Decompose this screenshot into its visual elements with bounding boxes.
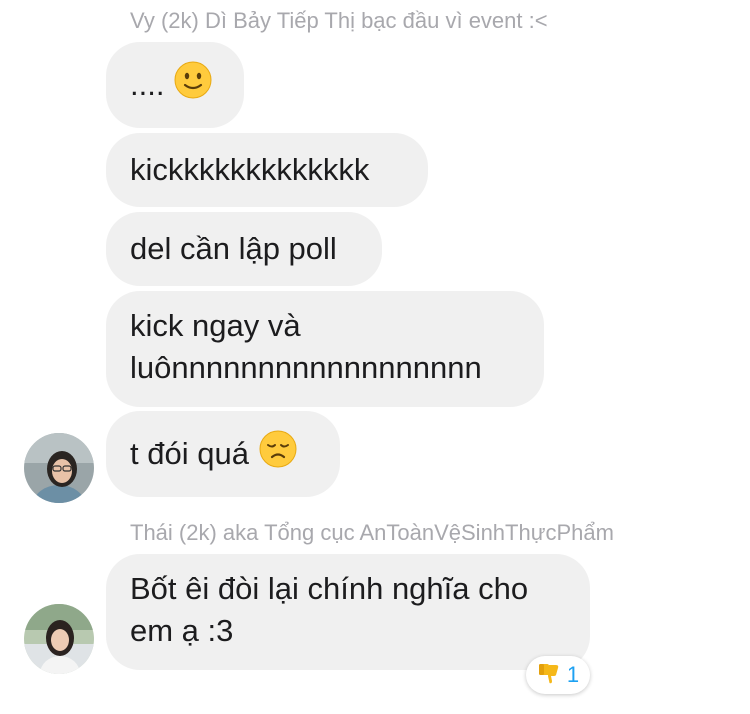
message-text: t đói quá — [130, 436, 249, 471]
avatar[interactable] — [24, 433, 94, 503]
message-bubble[interactable]: Bốt êi đòi lại chính nghĩa cho em ạ :3 — [106, 554, 590, 670]
reaction-badge[interactable]: 1 — [526, 656, 590, 694]
message-text: del cần lập poll — [130, 231, 337, 266]
message-text-line: em ạ :3 — [130, 613, 234, 648]
message-bubble[interactable]: del cần lập poll — [106, 212, 382, 286]
message-text-line: luônnnnnnnnnnnnnnnnnn — [130, 350, 482, 385]
message-text: kickkkkkkkkkkkkk — [130, 152, 370, 187]
message-bubble[interactable]: .... — [106, 42, 244, 128]
sender-name: Thái (2k) aka Tổng cục AnToànVệSinhThựcP… — [130, 520, 614, 545]
message-text: .... — [130, 67, 165, 102]
avatar[interactable] — [24, 604, 94, 674]
message-text-line: Bốt êi đòi lại chính nghĩa cho — [130, 571, 529, 606]
disappointed-face-icon — [259, 430, 297, 479]
reaction-count: 1 — [566, 662, 580, 687]
sender-name: Vy (2k) Dì Bảy Tiếp Thị bạc đầu vì event… — [130, 8, 548, 33]
message-bubble[interactable]: t đói quá — [106, 411, 340, 497]
message-bubble[interactable]: kickkkkkkkkkkkkk — [106, 133, 428, 207]
message-bubble[interactable]: kick ngay và luônnnnnnnnnnnnnnnnnn — [106, 291, 544, 407]
thumbs-down-icon — [537, 661, 561, 690]
slightly-smiling-face-icon — [174, 61, 212, 110]
message-text-line: kick ngay và — [130, 308, 301, 343]
